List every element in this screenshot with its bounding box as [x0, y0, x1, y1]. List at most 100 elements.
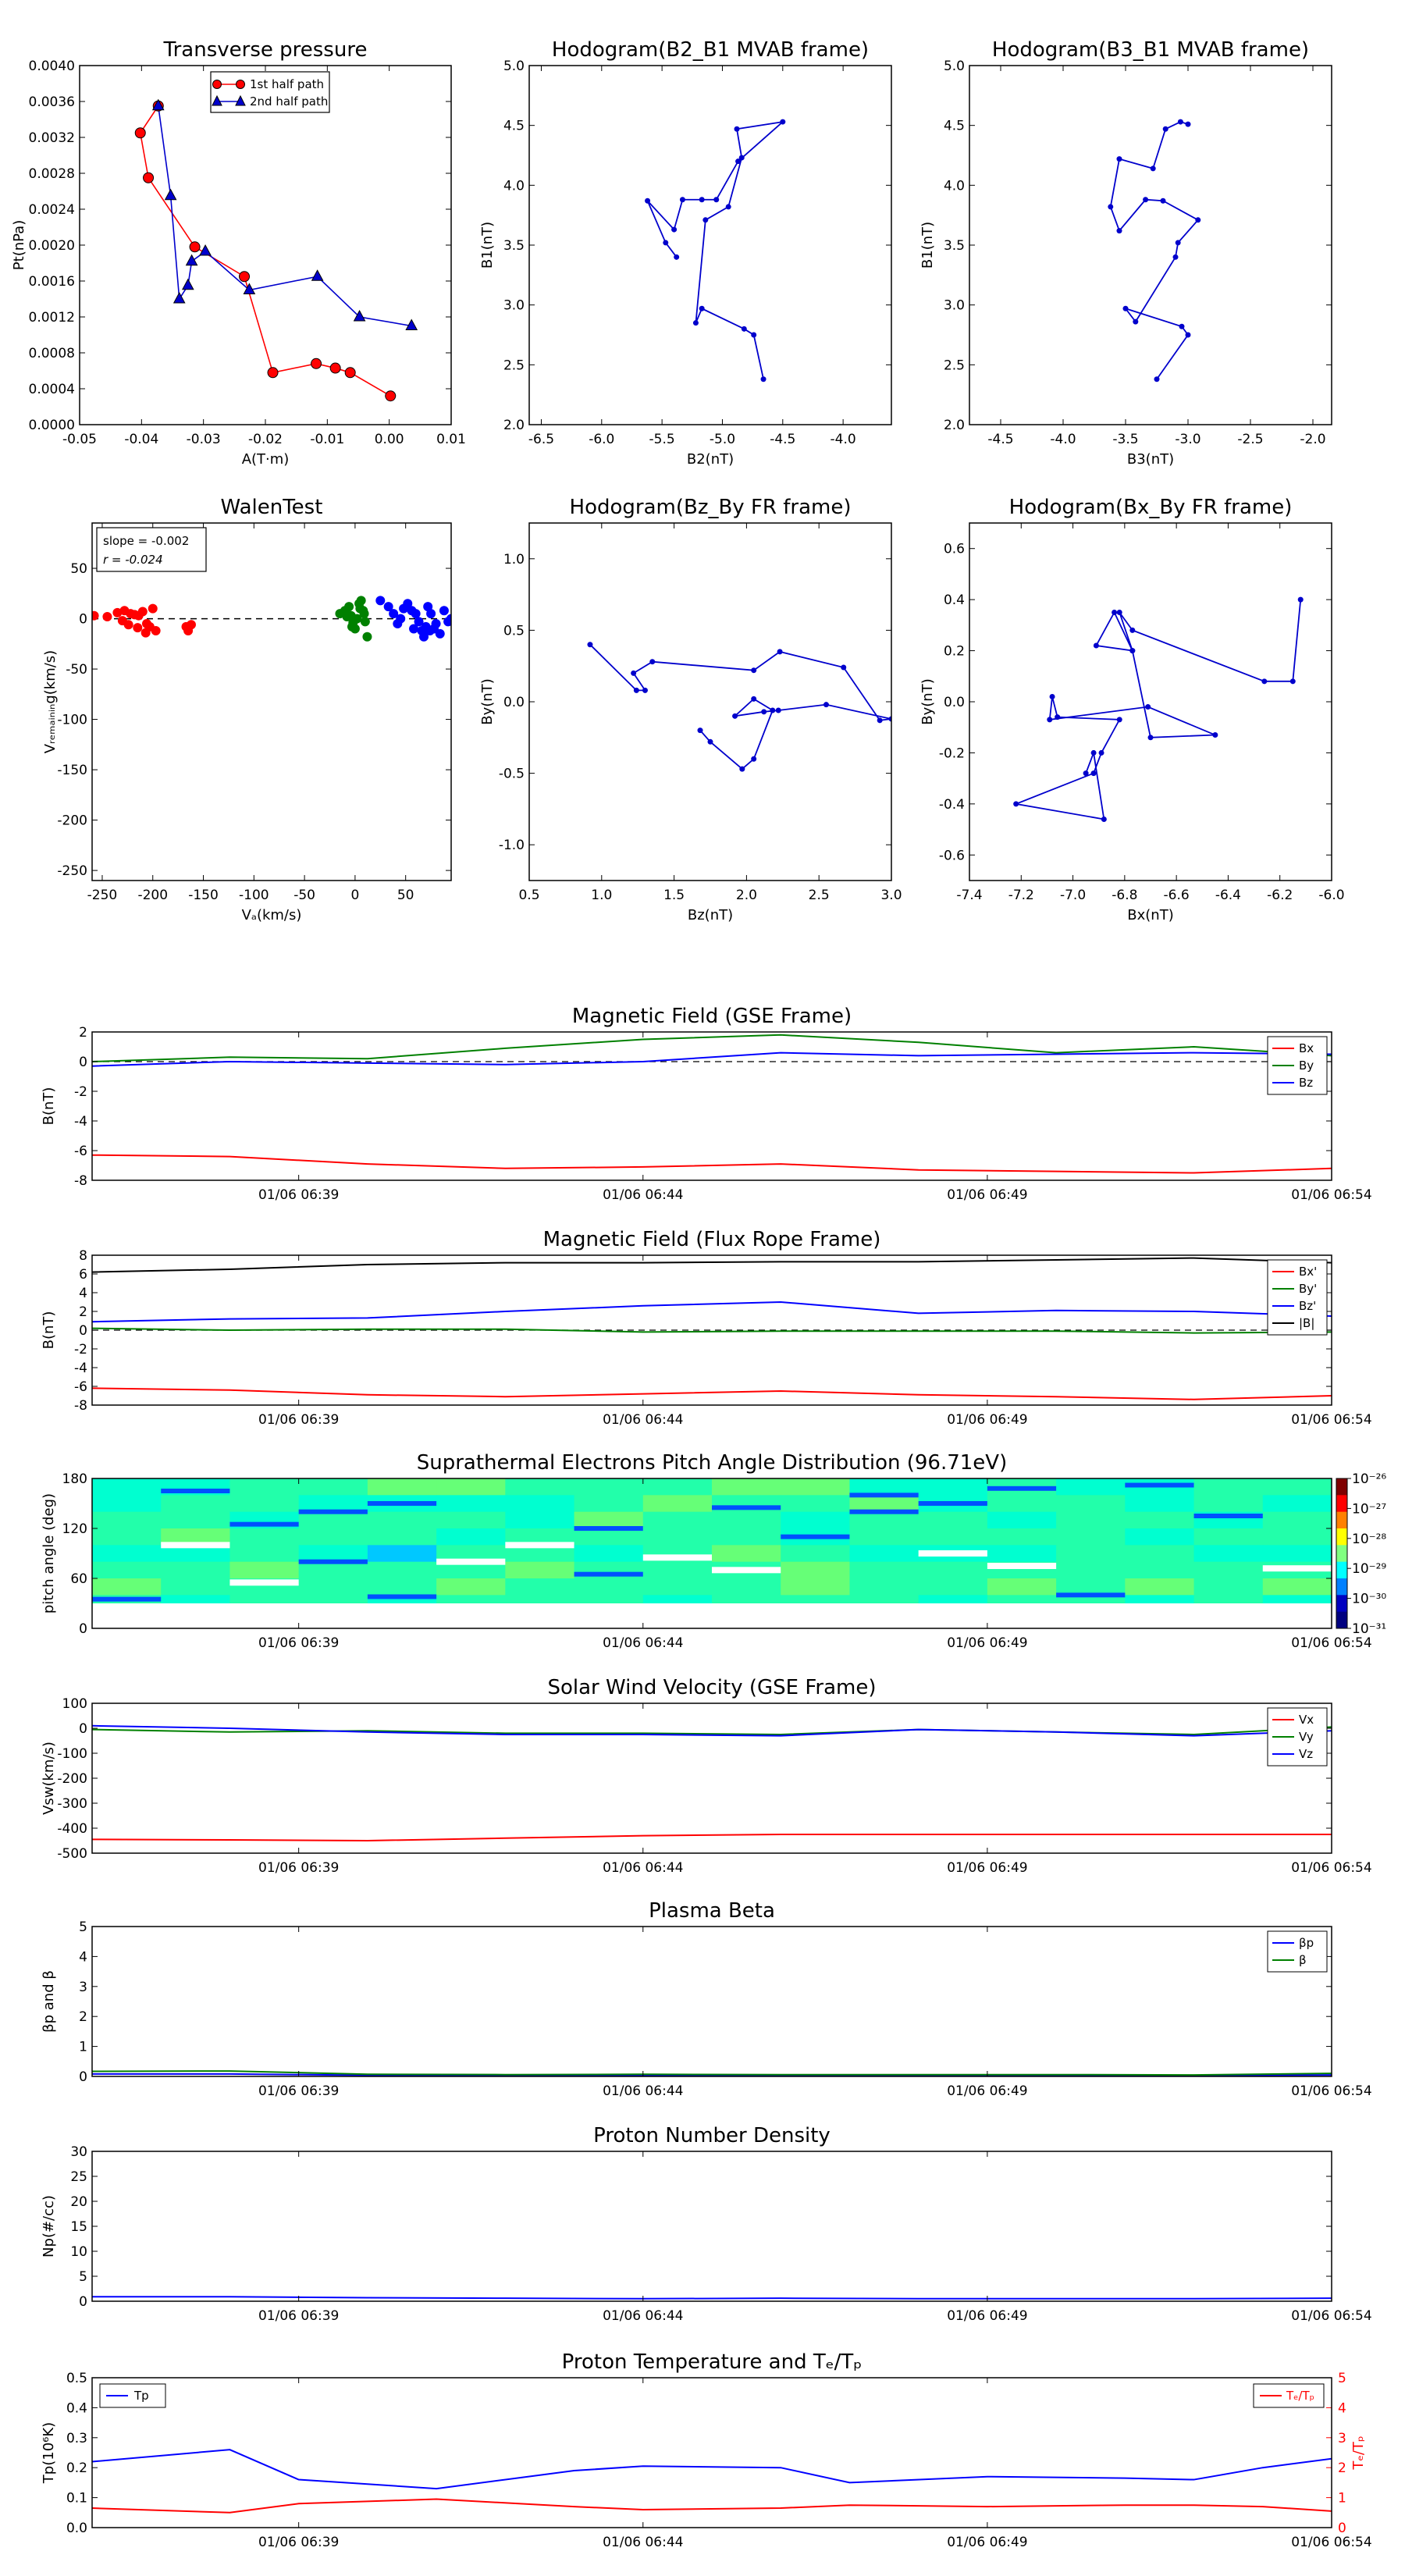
legend-right: Tₑ/Tₚ: [1253, 2383, 1325, 2408]
colorbar-label: 10⁻²⁹: [1352, 1561, 1386, 1577]
x-tick-label: -0.03: [187, 432, 221, 447]
y-tick-label: 0.0028: [29, 166, 75, 182]
x-axis-label: B2(nT): [687, 451, 734, 468]
heatmap-cell: [505, 1511, 575, 1529]
heatmap-streak: [918, 1501, 987, 1506]
x-tick-label: -150: [188, 888, 219, 903]
plot-area: [645, 119, 786, 382]
y-tick-label: 0: [79, 612, 87, 628]
y-tick-label: 5: [79, 1920, 87, 1935]
data-point: [137, 607, 148, 617]
y-axis-label: Vᵣₑₘₐᵢₙᵢₙg(km/s): [42, 650, 59, 753]
series-line: [1013, 600, 1302, 820]
heatmap-streak: [987, 1485, 1057, 1491]
data-point: [356, 596, 366, 606]
legend-label: Vy: [1299, 1730, 1314, 1744]
x-tick-label: 01/06 06:44: [603, 2535, 683, 2550]
data-point: [1289, 678, 1296, 685]
y-tick-label: 3: [79, 1980, 87, 1995]
chart-hxy: Hodogram(Bx_By FR frame) -7.4 -7.2 -7.0 -6.8…: [919, 496, 1345, 923]
chart-h31: Hodogram(B3_B1 MVAB frame) -4.5 -4.0 -3.5 -3…: [919, 38, 1332, 468]
data-point: [426, 609, 436, 619]
data-point: [1160, 197, 1166, 204]
y-tick-label: 2: [79, 2009, 87, 2025]
y-tick-label: 0.5: [503, 623, 525, 639]
heatmap-streak: [161, 1489, 230, 1493]
y-tick-label: 0: [79, 1055, 87, 1070]
y-tick-label-right: 3: [1338, 2431, 1346, 2446]
y-tick-label: -0.6: [939, 848, 965, 863]
colorbar-segment: [1336, 1578, 1347, 1596]
data-point: [1083, 770, 1089, 777]
heatmap-cell: [436, 1478, 506, 1496]
x-tick-label: 1.5: [663, 888, 685, 903]
y-tick-label: 10: [70, 2244, 87, 2260]
y-tick-label: 4.0: [503, 178, 525, 194]
data-point: [751, 667, 757, 674]
data-point: [409, 624, 419, 634]
data-point: [713, 197, 720, 203]
y-tick-label: -50: [66, 662, 87, 678]
x-tick-label: 01/06 06:49: [947, 2535, 1027, 2550]
heatmap-cell: [229, 1528, 300, 1546]
y-tick-label: -200: [57, 1771, 87, 1787]
heatmap-cell: [1262, 1478, 1332, 1496]
heatmap-cell: [436, 1528, 506, 1546]
colorbar-segment: [1336, 1561, 1347, 1579]
panel-title: Solar Wind Velocity (GSE Frame): [547, 1676, 876, 1699]
annotation: slope = -0.002 r = -0.024: [96, 527, 207, 572]
heatmap-cell: [1262, 1578, 1332, 1596]
x-tick-label: -0.04: [124, 432, 158, 447]
x-tick-label: 01/06 06:44: [603, 1635, 683, 1651]
heatmap-cell: [849, 1545, 919, 1563]
data-point: [311, 269, 324, 281]
legend-label: Tp: [133, 2389, 149, 2403]
x-axis-label: A(T·m): [242, 451, 290, 468]
axes-frame: [91, 522, 452, 881]
heatmap-cell: [918, 1528, 988, 1546]
heatmap-cell: [1056, 1478, 1126, 1496]
heatmap-cell: [987, 1528, 1057, 1546]
heatmap-cell: [229, 1545, 300, 1563]
heatmap-cell: [849, 1528, 919, 1546]
figure-canvas: Transverse pressure -0.05 -0.04 -0.03 -0.02 -…: [11, 38, 1386, 2550]
data-point: [359, 609, 369, 619]
y-tick-label-right: 4: [1338, 2400, 1346, 2416]
series-line: [589, 644, 891, 770]
data-point: [699, 305, 705, 311]
colorbar: 10⁻²⁶ 10⁻²⁷ 10⁻²⁸ 10⁻²⁹ 10⁻³⁰ 10⁻³¹: [1336, 1471, 1386, 1637]
heatmap-cell: [642, 1578, 713, 1596]
heatmap-gap: [918, 1550, 987, 1557]
colorbar-segment: [1336, 1528, 1347, 1546]
colorbar-segment: [1336, 1511, 1347, 1529]
heatmap-cell: [712, 1511, 781, 1529]
heatmap-cell: [781, 1495, 850, 1513]
x-tick-label: 01/06 06:49: [947, 1860, 1027, 1876]
x-axis-label: Vₐ(km/s): [242, 907, 302, 923]
colorbar-label: 10⁻²⁷: [1352, 1501, 1386, 1517]
x-axis-label: B3(nT): [1127, 451, 1174, 468]
y-tick-label: 1: [79, 2040, 87, 2055]
data-point: [761, 709, 767, 715]
heatmap-cell: [367, 1545, 437, 1563]
y-tick-label: 180: [62, 1471, 87, 1487]
y-tick-label: 6: [79, 1267, 87, 1283]
heatmap-streak: [367, 1501, 437, 1506]
y-tick-label-right: 5: [1338, 2371, 1346, 2386]
legend-label: β: [1299, 1953, 1307, 1967]
data-point: [1013, 801, 1019, 807]
plot-area: [92, 1478, 1332, 1628]
heatmap-cell: [161, 1495, 230, 1513]
data-point: [425, 626, 435, 636]
y-tick-label: 0.0: [503, 695, 525, 710]
heatmap-cell: [505, 1578, 575, 1596]
data-point: [741, 326, 747, 332]
y-tick-label: 25: [70, 2169, 87, 2185]
x-tick-label: -6.0: [1318, 888, 1344, 903]
heatmap-cell: [92, 1478, 162, 1496]
x-tick-label: -2.5: [1237, 432, 1263, 447]
panel-vsw: Solar Wind Velocity (GSE Frame) -500 -400 -…: [41, 1676, 1372, 1876]
x-tick-label: -50: [293, 888, 315, 903]
heatmap-cell: [367, 1528, 437, 1546]
data-point: [699, 197, 705, 203]
